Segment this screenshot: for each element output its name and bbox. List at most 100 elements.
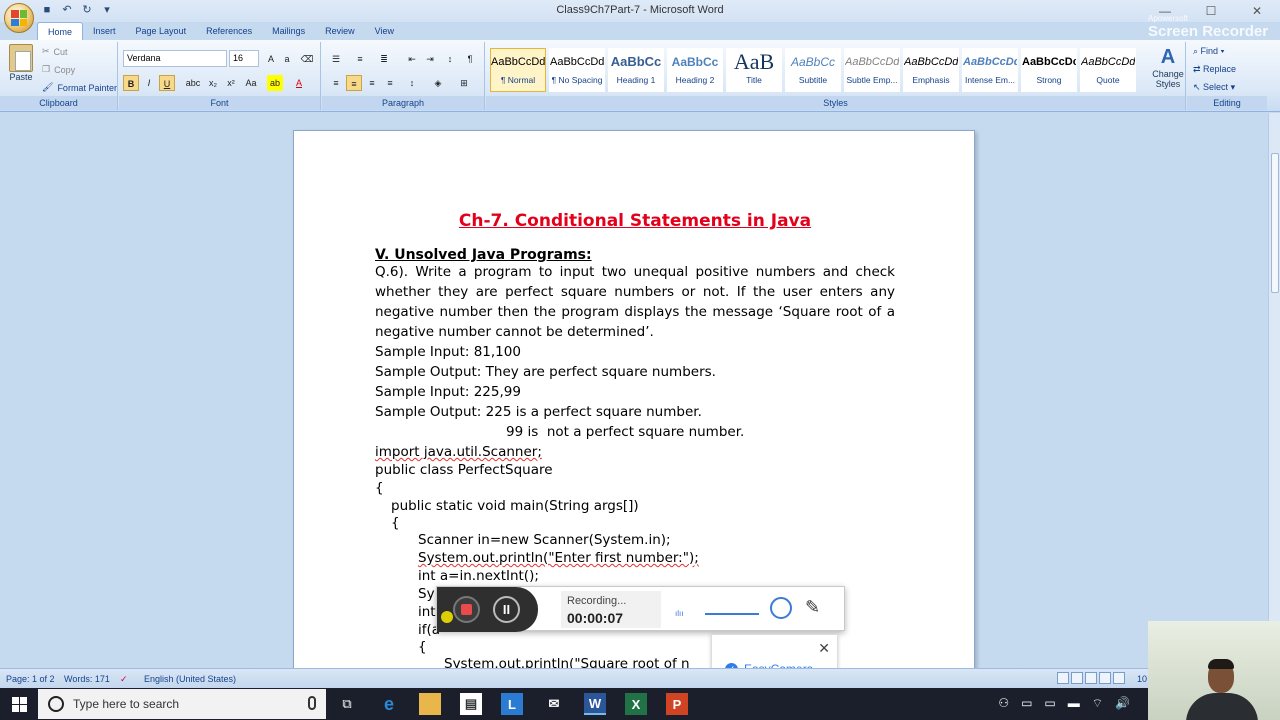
stop-recording-button[interactable]: [453, 596, 480, 623]
pause-button[interactable]: II: [493, 596, 520, 623]
file-explorer-icon[interactable]: [419, 693, 441, 715]
bullets-icon[interactable]: ☰: [328, 51, 344, 67]
zoom-level[interactable]: 10: [1137, 674, 1147, 684]
view-buttons: [1057, 672, 1125, 684]
vertical-scrollbar[interactable]: [1268, 113, 1280, 668]
align-right-icon[interactable]: ≡: [364, 75, 380, 91]
tab-page-layout[interactable]: Page Layout: [126, 22, 197, 40]
word-icon[interactable]: W: [584, 693, 606, 715]
style-heading-1[interactable]: AaBbCc Heading 1: [608, 48, 664, 92]
style-quote[interactable]: AaBbCcDd Quote: [1080, 48, 1136, 92]
print-layout-icon[interactable]: [1057, 672, 1069, 684]
sort-icon[interactable]: ↕: [442, 51, 458, 67]
cut-button[interactable]: ✂ Cut: [42, 46, 68, 57]
taskbar-search[interactable]: Type here to search: [38, 689, 326, 719]
tab-mailings[interactable]: Mailings: [262, 22, 315, 40]
style-intense-emphasis[interactable]: AaBbCcDd Intense Em...: [962, 48, 1018, 92]
replace-button[interactable]: ⇄ Replace: [1193, 64, 1236, 75]
justify-icon[interactable]: ≡: [382, 75, 398, 91]
draft-icon[interactable]: [1113, 672, 1125, 684]
change-case-icon[interactable]: Aa: [243, 75, 259, 91]
web-layout-icon[interactable]: [1085, 672, 1097, 684]
tab-insert[interactable]: Insert: [83, 22, 126, 40]
strikethrough-icon[interactable]: abc: [185, 75, 201, 91]
underline-button[interactable]: U: [159, 75, 175, 91]
font-name-input[interactable]: Verdana: [123, 50, 227, 67]
binoculars-icon: ⌕: [1193, 46, 1201, 56]
increase-indent-icon[interactable]: ⇥: [422, 51, 438, 67]
edge-icon[interactable]: e: [378, 693, 400, 715]
highlight-icon[interactable]: ab: [267, 75, 283, 91]
bold-button[interactable]: B: [123, 75, 139, 91]
borders-icon[interactable]: ⊞: [456, 75, 472, 91]
office-button[interactable]: [4, 3, 34, 33]
numbering-icon[interactable]: ≡: [352, 51, 368, 67]
font-size-input[interactable]: 16: [229, 50, 259, 67]
shading-icon[interactable]: ◈: [430, 75, 446, 91]
code-line: {: [418, 639, 427, 655]
windows-start-icon[interactable]: [12, 697, 27, 712]
find-button[interactable]: ⌕ Find ▾: [1193, 46, 1224, 57]
change-styles-button[interactable]: A Change Styles: [1150, 46, 1186, 89]
tab-references[interactable]: References: [196, 22, 262, 40]
align-left-icon[interactable]: ≡: [328, 75, 344, 91]
paste-button[interactable]: Paste: [6, 44, 36, 82]
format-painter-button[interactable]: 🖌 Format Painter: [42, 82, 117, 93]
task-view-icon[interactable]: ⧉: [336, 693, 358, 715]
app-l-icon[interactable]: L: [501, 693, 523, 715]
tab-review[interactable]: Review: [315, 22, 365, 40]
network-icon[interactable]: ⌔: [1092, 696, 1103, 711]
doc-line: Sample Output: 225 is a perfect square n…: [375, 404, 702, 420]
multilevel-list-icon[interactable]: ≣: [376, 51, 392, 67]
word-count[interactable]: Words: 171: [64, 674, 110, 684]
style-no-spacing[interactable]: AaBbCcDd ¶ No Spacing: [549, 48, 605, 92]
excel-icon[interactable]: X: [625, 693, 647, 715]
subscript-icon[interactable]: x₂: [205, 75, 221, 91]
change-styles-icon: A: [1160, 46, 1176, 68]
people-icon[interactable]: ⚇: [998, 696, 1009, 711]
window-title: Class9Ch7Part-7 - Microsoft Word: [556, 4, 724, 16]
align-center-icon[interactable]: ≡: [346, 75, 362, 91]
style-subtle-emphasis[interactable]: AaBbCcDd Subtle Emp...: [844, 48, 900, 92]
select-icon: ↖: [1193, 82, 1204, 92]
microphone-icon[interactable]: [308, 696, 316, 710]
language[interactable]: English (United States): [144, 674, 236, 684]
powerpoint-icon[interactable]: P: [666, 693, 688, 715]
superscript-icon[interactable]: x²: [223, 75, 239, 91]
style-strong[interactable]: AaBbCcDc Strong: [1021, 48, 1077, 92]
style-normal[interactable]: AaBbCcDd ¶ Normal: [490, 48, 546, 92]
decrease-indent-icon[interactable]: ⇤: [404, 51, 420, 67]
search-placeholder: Type here to search: [73, 697, 180, 711]
paragraph-group: ☰ ≡ ≣ ⇤ ⇥ ↕ ¶ ≡ ≡ ≡ ≡ ↕ ◈ ⊞ Paragraph: [322, 42, 485, 110]
scrollbar-thumb[interactable]: [1271, 153, 1279, 293]
style-emphasis[interactable]: AaBbCcDd Emphasis: [903, 48, 959, 92]
volume-slider[interactable]: [705, 613, 759, 615]
style-heading-2[interactable]: AaBbCc Heading 2: [667, 48, 723, 92]
mail-icon[interactable]: ✉: [543, 693, 565, 715]
style-title[interactable]: AaB Title: [726, 48, 782, 92]
close-icon[interactable]: ✕: [818, 640, 830, 657]
grow-font-icon[interactable]: A: [263, 51, 279, 67]
page-count[interactable]: Page: 1 of 2: [6, 674, 55, 684]
tray-icon[interactable]: ▭: [1044, 696, 1055, 711]
tab-view[interactable]: View: [365, 22, 404, 40]
select-button[interactable]: ↖ Select ▾: [1193, 82, 1235, 93]
store-icon[interactable]: ▤: [460, 693, 482, 715]
proofing-icon[interactable]: ✓: [120, 674, 128, 685]
style-subtitle[interactable]: AaBbCc Subtitle: [785, 48, 841, 92]
tab-home[interactable]: Home: [37, 22, 84, 41]
copy-button[interactable]: ❐ Copy: [42, 64, 75, 75]
font-color-icon[interactable]: A: [291, 75, 307, 91]
shrink-font-icon[interactable]: a: [279, 51, 295, 67]
webcam-icon[interactable]: [770, 597, 792, 619]
pen-icon[interactable]: ✎: [805, 597, 820, 618]
battery-icon[interactable]: ▬: [1068, 696, 1080, 711]
full-screen-reading-icon[interactable]: [1071, 672, 1083, 684]
italic-button[interactable]: I: [141, 75, 157, 91]
volume-icon[interactable]: 🔊: [1115, 696, 1130, 711]
line-spacing-icon[interactable]: ↕: [404, 75, 420, 91]
clear-formatting-icon[interactable]: ⌫: [299, 51, 315, 67]
show-marks-icon[interactable]: ¶: [462, 51, 478, 67]
outline-icon[interactable]: [1099, 672, 1111, 684]
tray-icon[interactable]: ▭: [1021, 696, 1032, 711]
